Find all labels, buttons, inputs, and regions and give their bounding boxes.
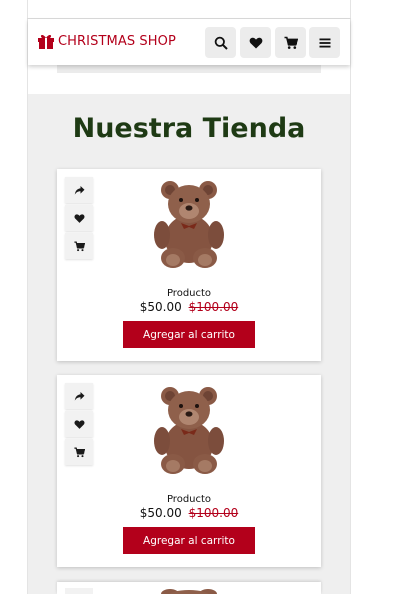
cart-icon <box>284 36 298 49</box>
add-to-cart-icon-button[interactable] <box>65 233 93 259</box>
product-old-price: $100.00 <box>188 300 239 314</box>
product-price: $50.00 <box>139 506 182 520</box>
product-card: Producto $50.00 $100.00 Agregar al carri… <box>57 169 321 361</box>
search-icon <box>214 36 228 50</box>
cart-icon <box>73 241 85 251</box>
add-to-cart-button[interactable]: Agregar al carrito <box>123 321 255 348</box>
product-old-price: $100.00 <box>188 506 239 520</box>
favorite-button[interactable] <box>65 411 93 437</box>
cart-icon <box>73 447 85 457</box>
product-name: Producto <box>166 494 212 505</box>
share-button[interactable] <box>65 588 93 594</box>
logo[interactable]: CHRISTMAS SHOP <box>37 33 176 49</box>
share-icon <box>74 391 84 401</box>
card-actions <box>65 383 93 467</box>
page-title: Nuestra Tienda <box>72 113 306 144</box>
logo-text: CHRISTMAS SHOP <box>58 33 176 49</box>
cart-button[interactable] <box>275 27 306 58</box>
gift-icon <box>38 34 54 49</box>
card-actions <box>65 177 93 261</box>
product-card <box>57 582 321 594</box>
product-name: Producto <box>166 288 212 299</box>
price-row: $50.00 $100.00 <box>57 300 321 314</box>
search-button[interactable] <box>205 27 236 58</box>
menu-button[interactable] <box>309 27 340 58</box>
product-image[interactable] <box>148 586 230 594</box>
product-image[interactable] <box>148 173 230 269</box>
product-price: $50.00 <box>139 300 182 314</box>
favorite-button[interactable] <box>65 205 93 231</box>
product-image[interactable] <box>148 379 230 475</box>
share-button[interactable] <box>65 177 93 203</box>
page-edge <box>350 0 351 594</box>
add-to-cart-icon-button[interactable] <box>65 439 93 465</box>
share-icon <box>74 185 84 195</box>
price-row: $50.00 $100.00 <box>57 506 321 520</box>
site-header: CHRISTMAS SHOP <box>28 19 350 65</box>
wishlist-button[interactable] <box>240 27 271 58</box>
add-to-cart-button[interactable]: Agregar al carrito <box>123 527 255 554</box>
heart-icon <box>73 213 85 223</box>
share-button[interactable] <box>65 383 93 409</box>
product-card: Producto $50.00 $100.00 Agregar al carri… <box>57 375 321 567</box>
menu-icon <box>319 38 330 47</box>
previous-section-edge <box>57 65 321 73</box>
heart-icon <box>249 37 262 48</box>
heart-icon <box>73 419 85 429</box>
